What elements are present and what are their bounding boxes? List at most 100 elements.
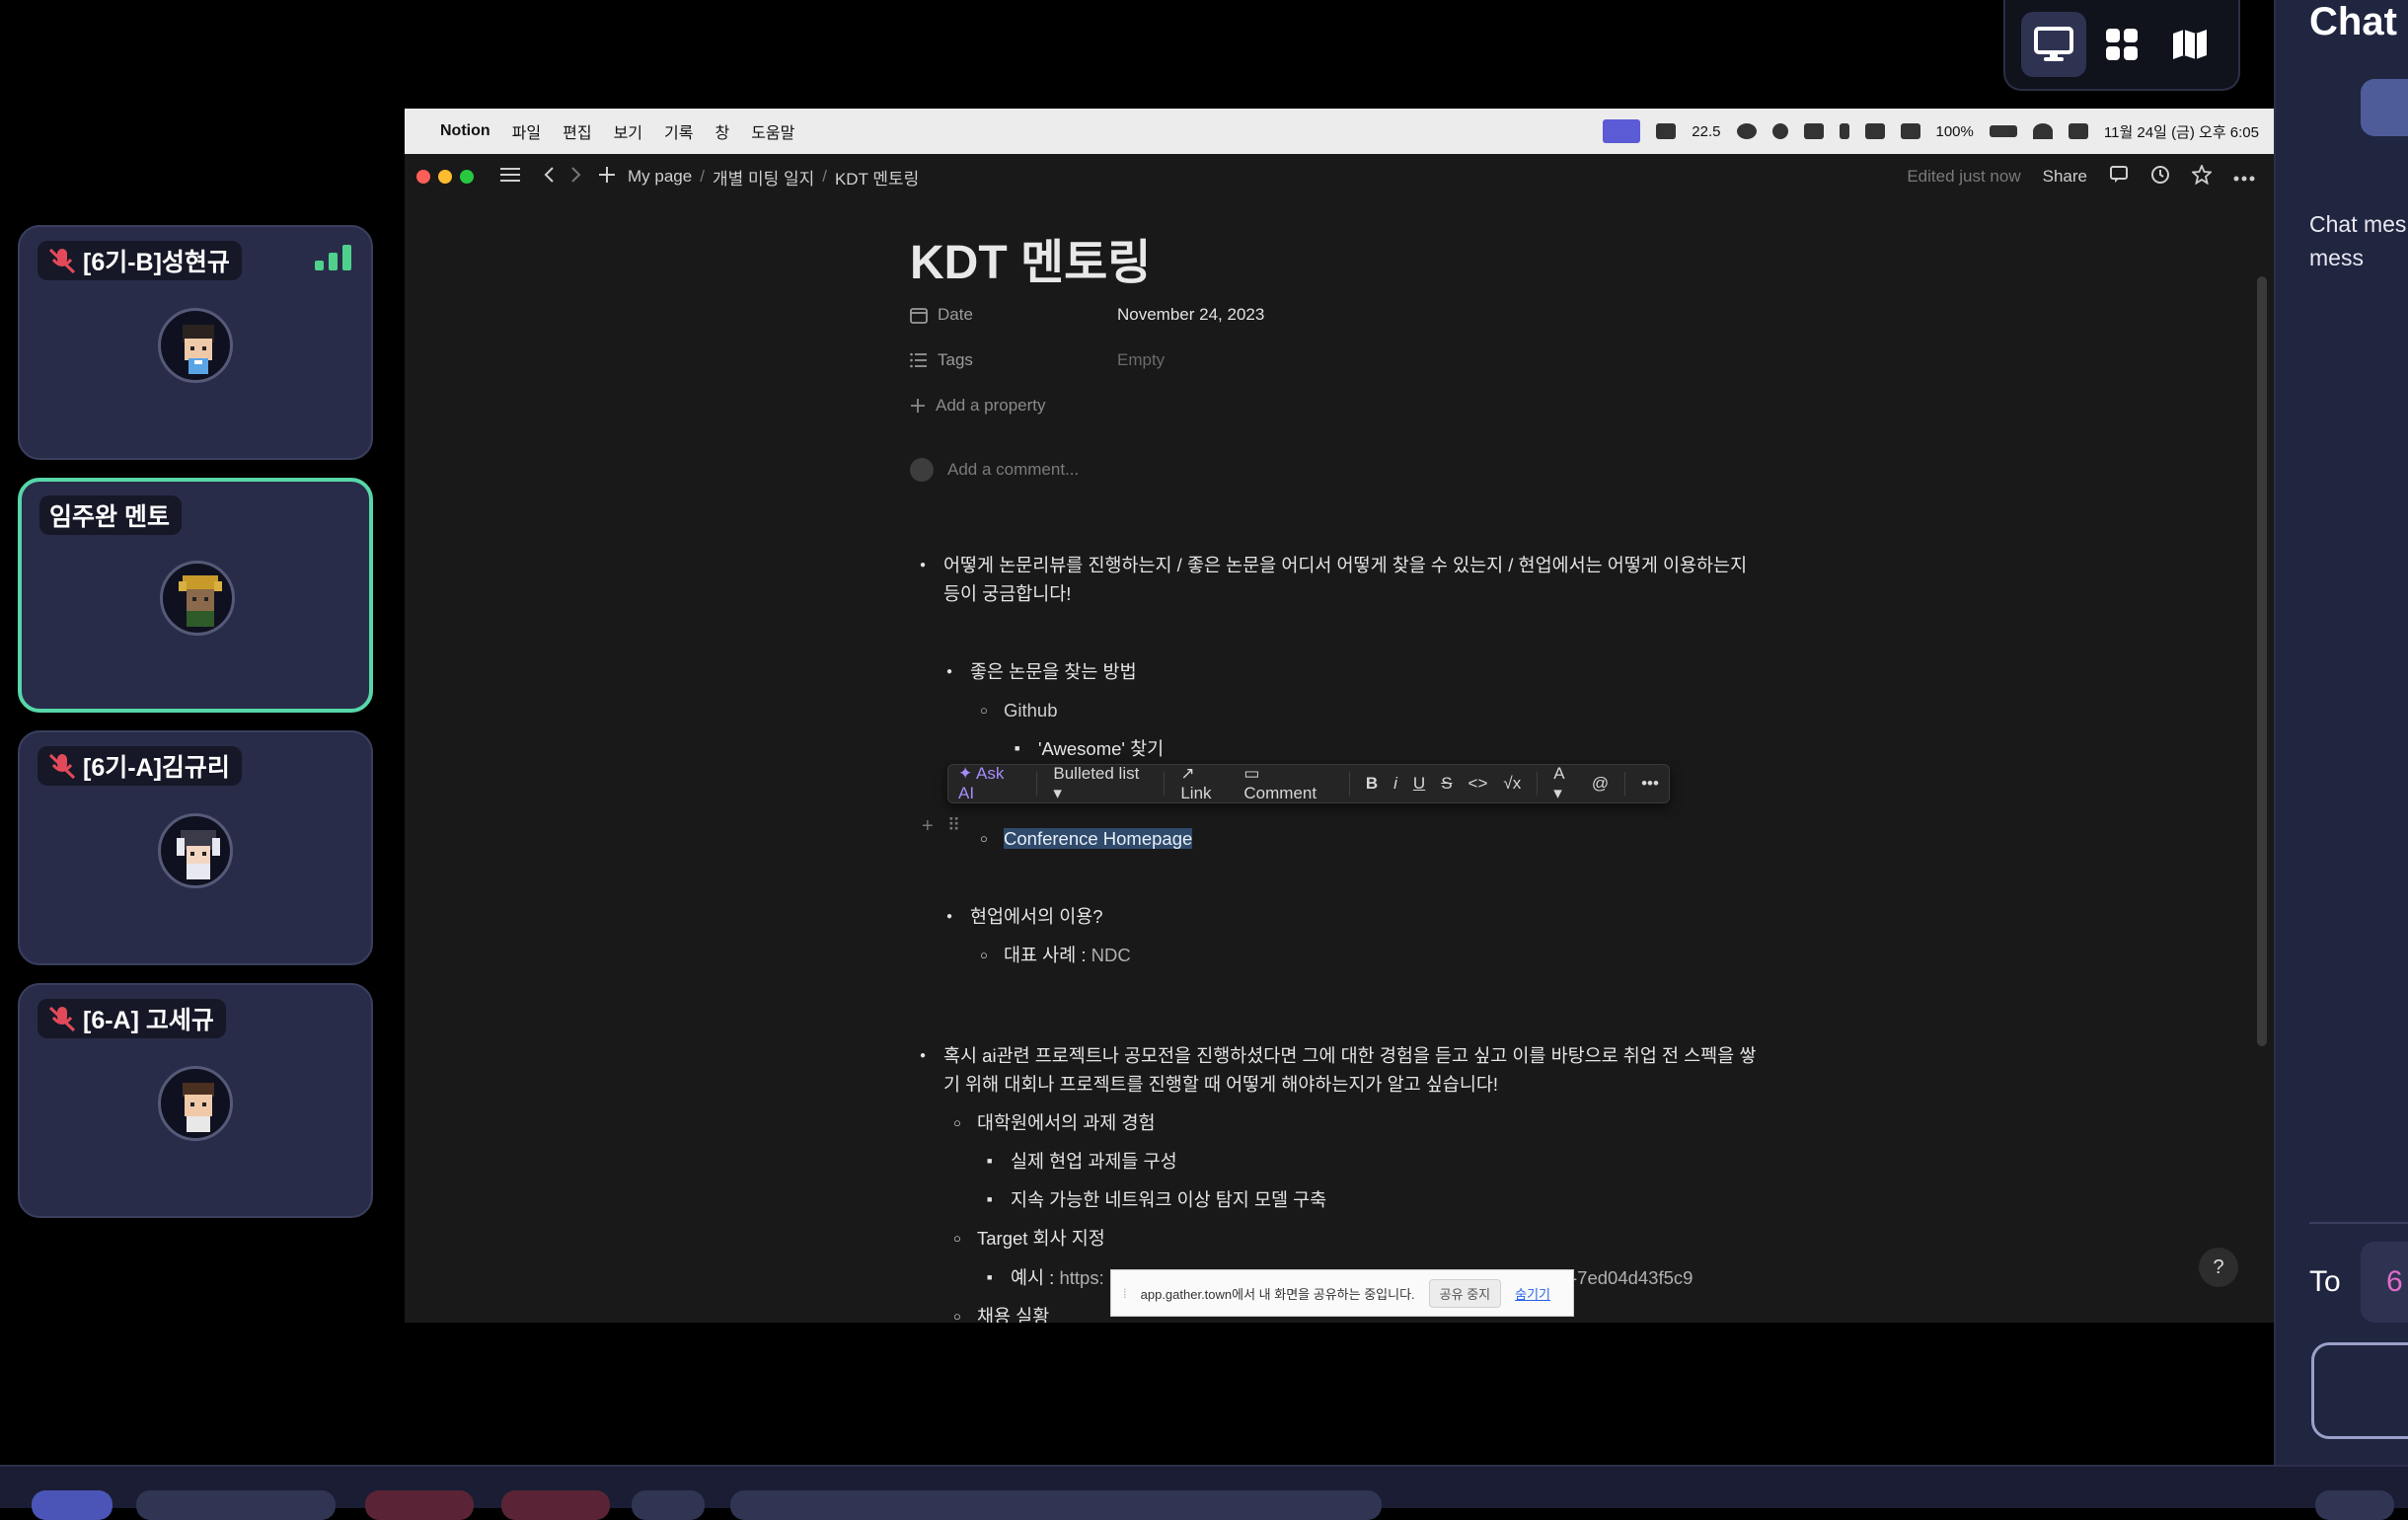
selected-text[interactable]: Conference Homepage: [1004, 828, 1193, 849]
share-button[interactable]: Share: [2043, 167, 2087, 187]
new-page-plus-icon[interactable]: [598, 166, 616, 189]
list-item[interactable]: 대표 사례 : NDC: [980, 941, 1131, 969]
list-item[interactable]: 지속 가능한 네트워크 이상 탐지 모델 구축: [987, 1185, 1326, 1214]
share-banner-text: app.gather.town에서 내 화면을 공유하는 중입니다.: [1140, 1286, 1415, 1302]
list-item[interactable]: 채용 실황: [953, 1302, 1049, 1323]
chat-message-input[interactable]: [2311, 1342, 2408, 1439]
menu-help[interactable]: 도움말: [751, 119, 794, 143]
status-bar[interactable]: [730, 1490, 1382, 1520]
screen-share-button[interactable]: [632, 1490, 705, 1520]
shared-screen-notion: Notion 파일 편집 보기 기록 창 도움말 22.5 100% 11월 2…: [405, 109, 2275, 1323]
app-icon[interactable]: [1900, 123, 1920, 139]
divider: [1164, 772, 1166, 796]
participant-tile[interactable]: [6-A] 고세규: [18, 983, 373, 1218]
divider: [2309, 1222, 2408, 1224]
display-icon[interactable]: [1864, 123, 1885, 139]
history-icon[interactable]: [2150, 165, 2170, 190]
more-options-icon[interactable]: [2233, 167, 2255, 187]
drag-handle-icon[interactable]: ⠿: [947, 815, 960, 836]
block-type-dropdown[interactable]: Bulleted list ▾: [1053, 764, 1148, 803]
list-item[interactable]: 현업에서의 이용?: [946, 902, 1103, 931]
app-icon[interactable]: [1656, 123, 1677, 139]
add-property-button[interactable]: Add a property: [910, 383, 1778, 428]
strikethrough-button[interactable]: S: [1441, 774, 1452, 794]
recipient-selector[interactable]: 6: [2361, 1242, 2408, 1323]
link-text[interactable]: -7ed04d43f5c9: [1571, 1263, 1693, 1292]
desktop-view-button[interactable]: [2020, 12, 2086, 77]
equation-icon[interactable]: √x: [1503, 774, 1521, 794]
profile-button[interactable]: [136, 1490, 336, 1520]
list-item[interactable]: 예시 : https:: [987, 1263, 1104, 1292]
stop-sharing-button[interactable]: 공유 중지: [1428, 1278, 1502, 1308]
date-value[interactable]: November 24, 2023: [1117, 305, 1264, 325]
add-comment-field[interactable]: Add a comment...: [910, 458, 1778, 482]
drag-handle-icon[interactable]: ⁞: [1123, 1286, 1127, 1301]
scrollbar[interactable]: [2257, 276, 2267, 1046]
more-options-icon[interactable]: •••: [1641, 774, 1659, 794]
menu-window[interactable]: 창: [715, 119, 729, 143]
minimize-window-button[interactable]: [438, 170, 452, 184]
list-item-continuation[interactable]: 기 위해 대회나 프로젝트를 진행할 때 어떻게 해야하는지가 알고 싶습니다!: [943, 1070, 1498, 1099]
menu-view[interactable]: 보기: [614, 119, 642, 143]
menu-edit[interactable]: 편집: [563, 119, 591, 143]
menu-history[interactable]: 기록: [664, 119, 693, 143]
list-item[interactable]: 좋은 논문을 찾는 방법: [946, 657, 1137, 686]
moon-icon[interactable]: [1771, 123, 1788, 139]
screen-share-icon[interactable]: [1603, 119, 1641, 143]
bluetooth-icon[interactable]: [1839, 123, 1849, 139]
list-item[interactable]: Conference Homepage: [980, 824, 1193, 853]
close-window-button[interactable]: [416, 170, 430, 184]
link-button[interactable]: ↗ Link: [1180, 764, 1228, 803]
battery-icon[interactable]: [1989, 125, 2017, 137]
bold-button[interactable]: B: [1366, 774, 1378, 794]
mention-button[interactable]: @: [1592, 774, 1609, 794]
menu-button[interactable]: [32, 1490, 113, 1520]
list-item[interactable]: Github: [980, 696, 1057, 724]
comments-icon[interactable]: [2109, 165, 2129, 190]
play-icon[interactable]: [1736, 123, 1757, 139]
breadcrumb-item[interactable]: KDT 멘토링: [835, 165, 919, 190]
property-row[interactable]: Tags Empty: [910, 338, 1778, 383]
favorite-star-icon[interactable]: [2190, 163, 2214, 190]
airpods-icon[interactable]: [1803, 123, 1824, 139]
participant-tile[interactable]: [6기-A]김규리: [18, 730, 373, 965]
wifi-icon[interactable]: [2032, 123, 2053, 139]
participant-name: 임주완 멘토: [49, 503, 170, 531]
map-view-button[interactable]: [2157, 12, 2222, 77]
grid-view-button[interactable]: [2089, 12, 2154, 77]
menu-file[interactable]: 파일: [512, 119, 541, 143]
camera-toggle-button[interactable]: [501, 1490, 610, 1520]
text-color-dropdown[interactable]: A ▾: [1553, 764, 1576, 803]
breadcrumb-item[interactable]: 개별 미팅 일지: [713, 165, 814, 190]
sidebar-menu-icon[interactable]: [499, 167, 521, 188]
ask-ai-button[interactable]: ✦ Ask AI: [958, 764, 1020, 803]
chat-tab-button[interactable]: [2361, 79, 2408, 136]
add-block-plus-icon[interactable]: +: [922, 815, 934, 838]
chat-toggle-button[interactable]: [2315, 1490, 2394, 1520]
list-item[interactable]: 대학원에서의 과제 경험: [953, 1108, 1156, 1137]
help-button[interactable]: ?: [2199, 1248, 2238, 1287]
breadcrumb-item[interactable]: My page: [628, 167, 692, 187]
list-item[interactable]: Target 회사 지정: [953, 1224, 1105, 1253]
list-item[interactable]: 어떻게 논문리뷰를 진행하는지 / 좋은 논문을 어디서 어떻게 찾을 수 있는…: [920, 551, 1747, 579]
forward-arrow-icon[interactable]: [570, 166, 582, 189]
comment-button[interactable]: ▭ Comment: [1243, 764, 1333, 803]
page-title[interactable]: KDT 멘토링: [910, 223, 1778, 292]
tags-value[interactable]: Empty: [1117, 350, 1165, 370]
mic-toggle-button[interactable]: [365, 1490, 474, 1520]
zoom-window-button[interactable]: [460, 170, 474, 184]
underline-button[interactable]: U: [1413, 774, 1425, 794]
menu-app-name[interactable]: Notion: [440, 122, 490, 140]
back-arrow-icon[interactable]: [543, 166, 555, 189]
participant-tile[interactable]: 임주완 멘토: [18, 478, 373, 713]
code-icon[interactable]: <>: [1468, 774, 1488, 794]
italic-button[interactable]: i: [1393, 774, 1397, 794]
list-item[interactable]: 실제 현업 과제들 구성: [987, 1147, 1177, 1176]
control-center-icon[interactable]: [2068, 123, 2088, 139]
list-item[interactable]: 혹시 ai관련 프로젝트나 공모전을 진행하셨다면 그에 대한 경험을 듣고 싶…: [920, 1041, 1756, 1070]
hide-banner-link[interactable]: 숨기기: [1515, 1284, 1550, 1303]
list-item[interactable]: 'Awesome' 찾기: [1015, 734, 1164, 763]
participant-tile[interactable]: [6기-B]성현규: [18, 225, 373, 460]
list-item-continuation[interactable]: 등이 궁금합니다!: [943, 579, 1071, 608]
property-row[interactable]: Date November 24, 2023: [910, 292, 1778, 338]
